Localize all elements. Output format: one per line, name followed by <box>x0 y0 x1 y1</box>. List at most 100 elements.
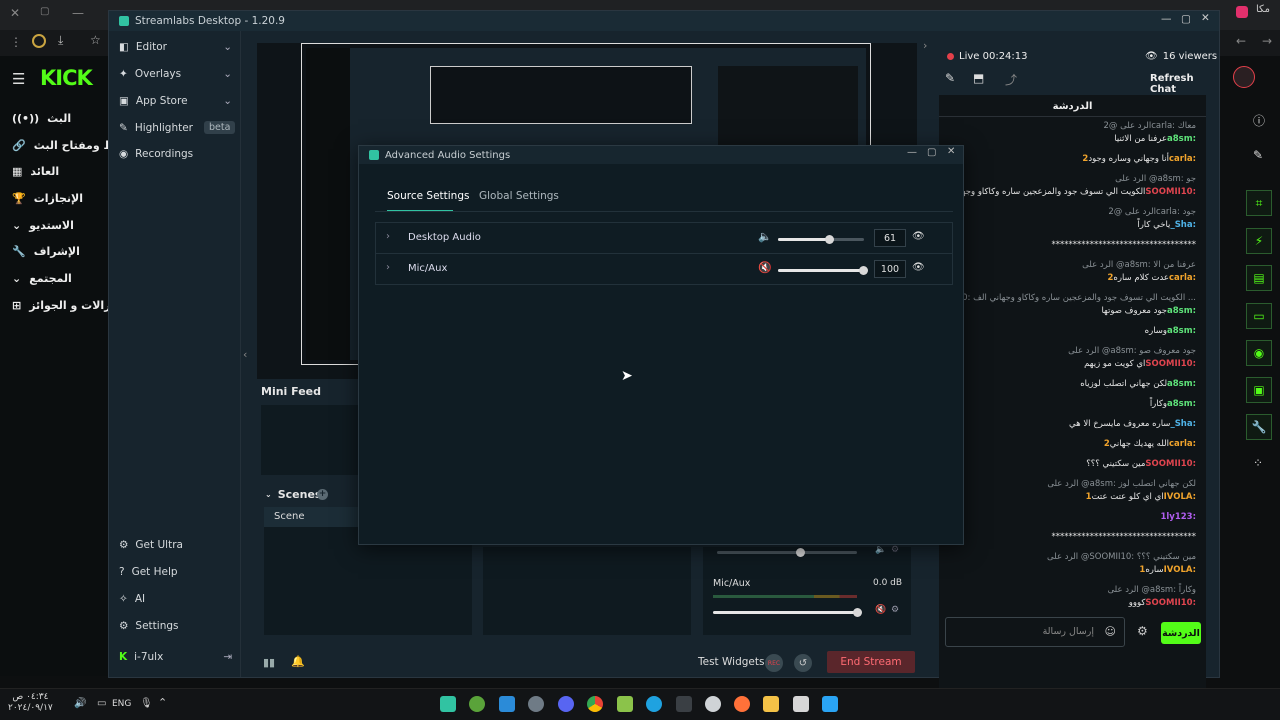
nav-get-help[interactable]: ? Get Help <box>119 566 234 578</box>
volume-slider-knob[interactable] <box>859 266 868 275</box>
collapse-right-icon[interactable]: › <box>923 39 927 52</box>
close-icon[interactable]: ✕ <box>10 6 20 20</box>
tray-expand-icon[interactable]: ⌃ <box>158 696 167 709</box>
logout-icon[interactable]: ⇥ <box>223 651 232 663</box>
add-scene-icon[interactable]: + <box>317 489 328 500</box>
maximize-icon[interactable]: ▢ <box>1181 13 1191 25</box>
rail-note-button[interactable]: ▤ <box>1246 265 1272 291</box>
refresh-chat-button[interactable]: Refresh Chat <box>1150 73 1219 95</box>
instagram-icon[interactable] <box>1236 6 1248 18</box>
chat-username[interactable]: SOOMII10: <box>1145 187 1196 197</box>
chevron-right-icon[interactable]: › <box>386 231 390 242</box>
chat-message[interactable]: 1ly123: <box>1160 512 1196 522</box>
chat-message[interactable]: ********************************** <box>1052 240 1197 250</box>
rec-button[interactable]: REC <box>765 654 783 672</box>
chat-username[interactable]: _Sha: <box>1170 220 1196 230</box>
more-icon[interactable]: ⋮ <box>10 35 22 49</box>
chat-message[interactable]: مين سكتيني ؟؟؟SOOMII10: <box>1086 459 1196 469</box>
rail-tools-button[interactable]: 🔧 <box>1246 414 1272 440</box>
kick-nav-live[interactable]: ((•)) البث <box>12 112 71 125</box>
chat-username[interactable]: a8sm: <box>1167 134 1196 144</box>
chat-username[interactable]: SOOMII10: <box>1145 459 1196 469</box>
volume-input[interactable]: 100 <box>874 260 906 278</box>
photos-taskbar-icon[interactable] <box>617 696 633 712</box>
nav-user[interactable]: Ki-7ulx ⇥ <box>119 651 234 663</box>
discord-taskbar-icon[interactable] <box>558 696 574 712</box>
test-widgets-button[interactable]: Test Widgets <box>698 656 764 668</box>
chat-message[interactable]: ساره معروف مايسرخ الا هي_Sha: <box>1069 419 1196 429</box>
collapse-left-icon[interactable]: ‹ <box>243 348 247 361</box>
eye-icon[interactable]: 👁 <box>912 231 925 242</box>
edit-icon[interactable]: ✎ <box>1253 148 1263 162</box>
mute-icon[interactable]: 🔇 <box>875 605 886 615</box>
close-icon[interactable]: ✕ <box>947 146 955 157</box>
chat-message[interactable]: ياخي كاراً_Sha: <box>1137 220 1196 230</box>
chat-message[interactable]: ********************************** <box>1052 532 1197 542</box>
mic-icon[interactable]: 🎙 <box>140 698 153 709</box>
chat-message[interactable]: وكاراًa8sm: <box>1150 399 1196 409</box>
edit-icon[interactable]: ✎ <box>945 71 955 85</box>
speaker-icon[interactable]: 🔈 <box>875 545 886 555</box>
kick-nav-revenue[interactable]: ▦ العائد <box>12 165 59 178</box>
app-f-taskbar-icon[interactable] <box>499 696 515 712</box>
rail-layout-button[interactable]: ▣ <box>1246 377 1272 403</box>
gear-icon[interactable]: ⚙ <box>891 545 899 555</box>
source-row-mic-aux[interactable]: › Mic/Aux 🔇 100 👁 <box>375 253 953 285</box>
desktop-audio-track[interactable] <box>717 551 857 554</box>
edge-taskbar-icon[interactable] <box>646 696 662 712</box>
chrome-taskbar-icon[interactable] <box>587 696 603 712</box>
forward-icon[interactable]: → <box>1262 34 1272 48</box>
windows-start-icon[interactable] <box>822 696 838 712</box>
chat-message[interactable]: ساره1IVOLA: <box>1139 565 1196 575</box>
media-taskbar-icon[interactable] <box>676 696 692 712</box>
nav-app-store[interactable]: ▣ App Store ⌄ <box>119 95 234 107</box>
nav-overlays[interactable]: ✦ Overlays ⌄ <box>119 68 234 80</box>
mic-volume-knob[interactable] <box>853 608 862 617</box>
desktop-audio-knob[interactable] <box>796 548 805 557</box>
minimize-icon[interactable]: — <box>72 6 84 20</box>
extension-icon[interactable] <box>32 34 46 48</box>
bell-icon[interactable]: 🔔 <box>291 655 305 668</box>
tab-global-settings[interactable]: Global Settings <box>479 190 559 202</box>
share-link-icon[interactable]: ⤴ <box>1005 71 1017 88</box>
speaker-icon[interactable]: 🔈 <box>758 230 772 243</box>
share-icon[interactable]: ⬒ <box>973 71 984 85</box>
gear-icon[interactable]: ⚙ <box>891 605 899 615</box>
chat-message[interactable]: جود معروف صوتهاa8sm: <box>1101 306 1196 316</box>
network-icon[interactable]: ▭ <box>97 698 106 709</box>
steam-taskbar-icon[interactable] <box>705 696 721 712</box>
info-icon[interactable]: ⓘ <box>1253 112 1265 129</box>
chat-message[interactable]: عدت كلام ساره2carla: <box>1107 273 1196 283</box>
chat-message[interactable]: وسارهa8sm: <box>1145 326 1196 336</box>
rail-clip-button[interactable]: ⌗ <box>1246 190 1272 216</box>
kick-nav-moderation[interactable]: 🔧 الإشراف <box>12 245 80 258</box>
chat-message[interactable]: الكويت الي تسوف جود والمزعجين ساره وكاكا… <box>939 187 1196 197</box>
folder-taskbar-icon[interactable] <box>763 696 779 712</box>
muted-speaker-icon[interactable]: 🔇 <box>758 261 772 274</box>
nav-ai[interactable]: ✧ AI <box>119 593 234 605</box>
chevron-right-icon[interactable]: › <box>386 262 390 273</box>
end-stream-button[interactable]: End Stream <box>827 651 915 673</box>
tab-icon[interactable]: ▢ <box>40 6 49 17</box>
kick-logo[interactable]: KICK <box>40 66 93 90</box>
avatar[interactable] <box>1233 66 1255 88</box>
emoji-icon[interactable]: ☺ <box>1105 625 1116 638</box>
chat-input[interactable]: إرسال رسالة ☺ <box>945 617 1125 647</box>
volume-icon[interactable]: 🔊 <box>74 698 86 709</box>
chevron-down-icon[interactable]: ⌄ <box>265 490 272 499</box>
tab-label[interactable]: مكا <box>1256 4 1270 15</box>
maximize-icon[interactable]: ▢ <box>927 147 936 158</box>
settings-taskbar-icon[interactable] <box>528 696 544 712</box>
window-taskbar-icon[interactable] <box>793 696 809 712</box>
stats-icon[interactable]: ▮▮ <box>263 656 275 669</box>
chat-messages[interactable]: الرد على @2carla: معاك عرفنا من الاثنياa8… <box>939 121 1206 609</box>
star-icon[interactable]: ☆ <box>90 33 101 47</box>
chat-message[interactable]: لكن جهاني اتصلب لوزياهa8sm: <box>1080 379 1196 389</box>
source-row-desktop-audio[interactable]: › Desktop Audio 🔈 61 👁 <box>375 222 953 254</box>
chat-message[interactable]: اي كويت مو زيهمSOOMII10: <box>1084 359 1196 369</box>
volume-slider-knob[interactable] <box>825 235 835 244</box>
kick-nav-studio[interactable]: ⌄ الاستديو <box>12 219 74 232</box>
chat-message[interactable]: الله يهديك جهاني2carla: <box>1104 439 1196 449</box>
volume-input[interactable]: 61 <box>874 229 906 247</box>
chat-username[interactable]: a8sm: <box>1167 399 1196 409</box>
